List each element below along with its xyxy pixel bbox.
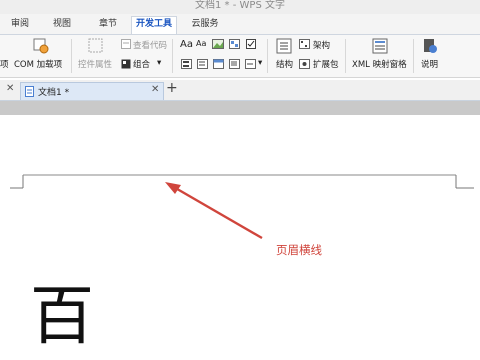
header-horizontal-line bbox=[10, 174, 474, 189]
annotation-label: 页眉横线 bbox=[276, 243, 322, 257]
annotation-arrow bbox=[165, 182, 263, 240]
body-text[interactable]: 百 bbox=[30, 282, 94, 352]
